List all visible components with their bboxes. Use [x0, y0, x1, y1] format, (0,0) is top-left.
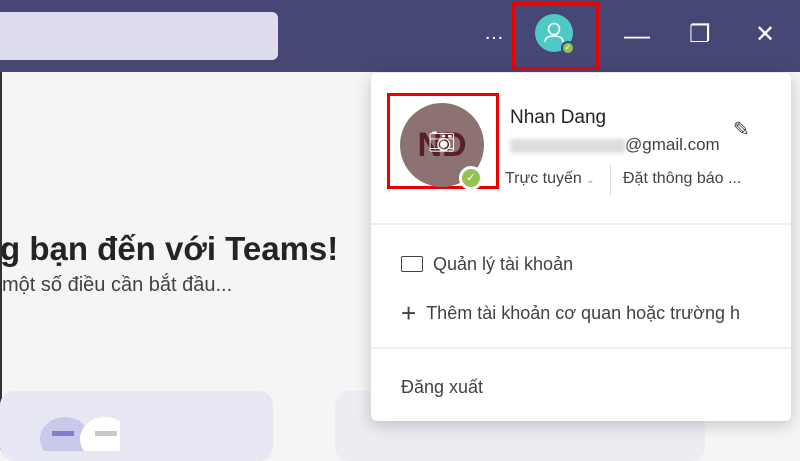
avatar: ✓: [535, 14, 575, 55]
status-badge: ✓: [561, 41, 575, 55]
minimize-button[interactable]: —: [624, 18, 650, 52]
divider: [371, 223, 791, 225]
change-photo-button[interactable]: ND 📷︎ ✓: [387, 93, 499, 190]
divider: [610, 165, 611, 195]
more-options-button[interactable]: …: [484, 22, 505, 45]
user-name: Nhan Dang: [510, 107, 607, 128]
search-input[interactable]: [0, 12, 278, 60]
chevron-down-icon: ⌄: [586, 175, 595, 186]
welcome-title: g bạn đến với Teams!: [0, 230, 339, 267]
edit-pencil-icon[interactable]: ✎: [733, 117, 750, 142]
sign-out-item[interactable]: Đăng xuất: [401, 377, 483, 398]
status-dropdown[interactable]: Trực tuyến ⌄: [505, 170, 595, 188]
manage-account-item[interactable]: Quản lý tài khoản: [401, 254, 573, 275]
status-message-button[interactable]: Đặt thông báo ...: [623, 170, 741, 188]
email-redacted: [510, 138, 625, 153]
user-email: @gmail.com: [510, 135, 720, 155]
chat-card[interactable]: [0, 391, 273, 461]
add-account-item[interactable]: + Thêm tài khoản cơ quan hoặc trường h: [401, 298, 740, 329]
chat-illustration-icon: [40, 417, 130, 461]
title-bar: … ✓ — ❐ ✕: [0, 0, 800, 72]
id-card-icon: [401, 256, 423, 272]
close-button[interactable]: ✕: [755, 18, 775, 52]
maximize-button[interactable]: ❐: [689, 18, 711, 52]
camera-icon: 📷︎: [428, 129, 456, 154]
welcome-subtitle: một số điều cần bắt đầu...: [2, 274, 233, 296]
plus-icon: +: [401, 298, 417, 328]
divider: [371, 347, 791, 349]
profile-button[interactable]: ✓: [512, 2, 599, 70]
profile-panel: ND 📷︎ ✓ Nhan Dang @gmail.com ✎ Trực tuyế…: [371, 73, 791, 421]
status-badge: ✓: [459, 166, 483, 190]
